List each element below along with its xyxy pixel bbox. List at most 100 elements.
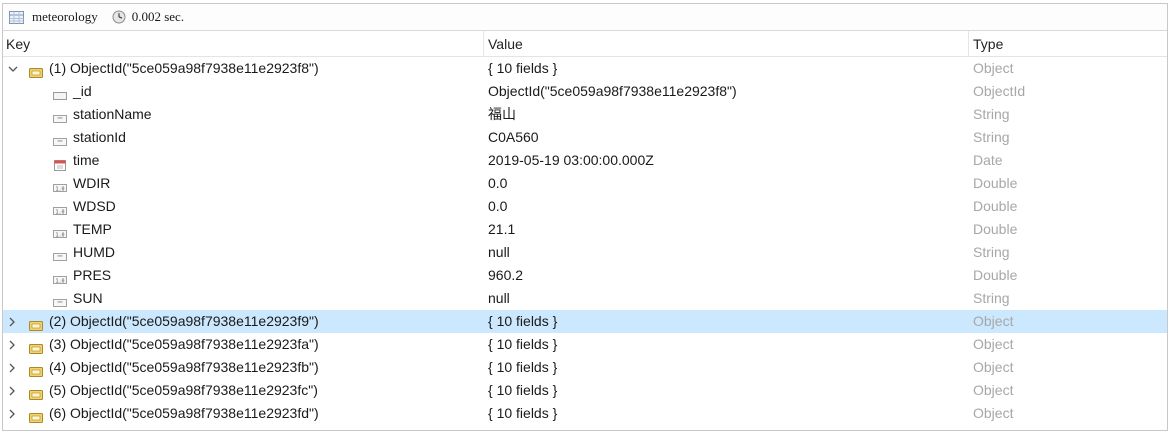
column-divider[interactable] (483, 31, 484, 56)
object-icon (29, 362, 43, 377)
key-cell: (4) ObjectId("5ce059a98f7938e11e2923fb") (29, 356, 319, 379)
key-cell: (1) ObjectId("5ce059a98f7938e11e2923f8") (29, 57, 319, 80)
expand-toggle[interactable] (8, 333, 18, 356)
value-cell[interactable]: 21.1 (488, 218, 515, 241)
column-header: Key Value Type (3, 31, 1167, 57)
collapse-toggle[interactable] (8, 57, 18, 80)
value-cell[interactable]: C0A560 (488, 126, 539, 149)
object-icon (29, 385, 43, 400)
field-row[interactable]: "" SUN null String (3, 287, 1167, 310)
field-row[interactable]: time 2019-05-19 03:00:00.000Z Date (3, 149, 1167, 172)
value-cell[interactable]: 福山 (488, 103, 516, 126)
key-text: (6) ObjectId("5ce059a98f7938e11e2923fd") (49, 405, 319, 421)
type-cell: Object (973, 336, 1014, 352)
value-cell[interactable]: 0.0 (488, 172, 507, 195)
value-cell[interactable]: ObjectId("5ce059a98f7938e11e2923f8") (488, 80, 737, 103)
key-text: (5) ObjectId("5ce059a98f7938e11e2923fc") (49, 382, 318, 398)
value-column-header[interactable]: Value (488, 36, 523, 52)
value-cell[interactable]: null (488, 287, 510, 310)
key-text: (1) ObjectId("5ce059a98f7938e11e2923f8") (49, 60, 319, 76)
key-text: (2) ObjectId("5ce059a98f7938e11e2923f9") (49, 313, 319, 329)
document-row[interactable]: (3) ObjectId("5ce059a98f7938e11e2923fa")… (3, 333, 1167, 356)
key-cell: (6) ObjectId("5ce059a98f7938e11e2923fd") (29, 402, 319, 425)
field-row[interactable]: 1.0 WDIR 0.0 Double (3, 172, 1167, 195)
value-cell[interactable]: { 10 fields } (488, 402, 557, 425)
document-row[interactable]: (4) ObjectId("5ce059a98f7938e11e2923fb")… (3, 356, 1167, 379)
chevron-right-icon[interactable] (8, 363, 16, 373)
svg-text:"": "" (57, 300, 63, 307)
type-column-header[interactable]: Type (973, 36, 1003, 52)
type-cell: Object (973, 359, 1014, 375)
expand-toggle[interactable] (8, 310, 18, 333)
key-cell: 1.0 WDSD (53, 195, 116, 218)
key-text: SUN (73, 290, 103, 306)
expand-toggle[interactable] (8, 379, 18, 402)
key-text: _id (73, 83, 92, 99)
key-cell: "" stationId (53, 126, 126, 149)
key-text: stationId (73, 129, 126, 145)
chevron-right-icon[interactable] (8, 340, 16, 350)
value-cell[interactable]: null (488, 241, 510, 264)
value-cell[interactable]: { 10 fields } (488, 356, 557, 379)
type-cell: String (973, 244, 1010, 260)
field-row[interactable]: 1.0 WDSD 0.0 Double (3, 195, 1167, 218)
object-icon (29, 408, 43, 423)
value-cell[interactable]: 2019-05-19 03:00:00.000Z (488, 149, 654, 172)
field-row[interactable]: "" stationId C0A560 String (3, 126, 1167, 149)
type-cell: String (973, 106, 1010, 122)
field-row[interactable]: 1.0 TEMP 21.1 Double (3, 218, 1167, 241)
object-icon (29, 316, 43, 331)
key-cell: _id (53, 80, 92, 103)
key-text: PRES (73, 267, 112, 283)
key-column-header[interactable]: Key (6, 36, 30, 52)
value-cell[interactable]: 960.2 (488, 264, 523, 287)
chevron-down-icon[interactable] (8, 65, 18, 73)
expand-toggle[interactable] (8, 402, 18, 425)
double-icon: 1.0 (53, 178, 67, 192)
object-icon (29, 63, 43, 78)
string-icon: "" (53, 109, 67, 123)
table-icon (9, 10, 24, 24)
type-cell: String (973, 129, 1010, 145)
document-row[interactable]: (1) ObjectId("5ce059a98f7938e11e2923f8")… (3, 57, 1167, 80)
document-row[interactable]: (2) ObjectId("5ce059a98f7938e11e2923f9")… (3, 310, 1167, 333)
document-row[interactable]: (5) ObjectId("5ce059a98f7938e11e2923fc")… (3, 379, 1167, 402)
document-row[interactable]: (6) ObjectId("5ce059a98f7938e11e2923fd")… (3, 402, 1167, 425)
chevron-right-icon[interactable] (8, 386, 16, 396)
field-row[interactable]: "" HUMD null String (3, 241, 1167, 264)
value-cell[interactable]: { 10 fields } (488, 310, 557, 333)
value-cell[interactable]: { 10 fields } (488, 57, 557, 80)
key-cell: (3) ObjectId("5ce059a98f7938e11e2923fa") (29, 333, 319, 356)
key-text: HUMD (73, 244, 115, 260)
field-row[interactable]: 1.0 PRES 960.2 Double (3, 264, 1167, 287)
field-row[interactable]: _id ObjectId("5ce059a98f7938e11e2923f8") O… (3, 80, 1167, 103)
results-panel: meteorology 0.002 sec. Key Value Type (1… (2, 3, 1168, 431)
date-icon (53, 155, 67, 171)
value-cell[interactable]: { 10 fields } (488, 333, 557, 356)
string-icon: "" (53, 132, 67, 146)
svg-text:1.0: 1.0 (55, 209, 64, 215)
svg-text:"": "" (57, 254, 63, 261)
key-cell: "" SUN (53, 287, 103, 310)
type-cell: Object (973, 60, 1014, 76)
value-cell[interactable]: { 10 fields } (488, 379, 557, 402)
chevron-right-icon[interactable] (8, 317, 16, 327)
type-cell: Double (973, 221, 1018, 237)
key-text: WDIR (73, 175, 111, 191)
svg-text:1.0: 1.0 (55, 278, 64, 284)
type-cell: Object (973, 405, 1014, 421)
clock-icon (112, 10, 126, 24)
expand-toggle[interactable] (8, 356, 18, 379)
svg-text:1.0: 1.0 (55, 186, 64, 192)
svg-text:"": "" (57, 116, 63, 123)
svg-text:1.0: 1.0 (55, 232, 64, 238)
string-icon: "" (53, 293, 67, 307)
type-cell: Double (973, 175, 1018, 191)
value-cell[interactable]: 0.0 (488, 195, 507, 218)
field-row[interactable]: "" stationName 福山 String (3, 103, 1167, 126)
chevron-right-icon[interactable] (8, 409, 16, 419)
results-title-bar: meteorology 0.002 sec. (3, 4, 1167, 31)
column-divider[interactable] (968, 31, 969, 56)
key-text: TEMP (73, 221, 112, 237)
type-cell: Date (973, 152, 1003, 168)
